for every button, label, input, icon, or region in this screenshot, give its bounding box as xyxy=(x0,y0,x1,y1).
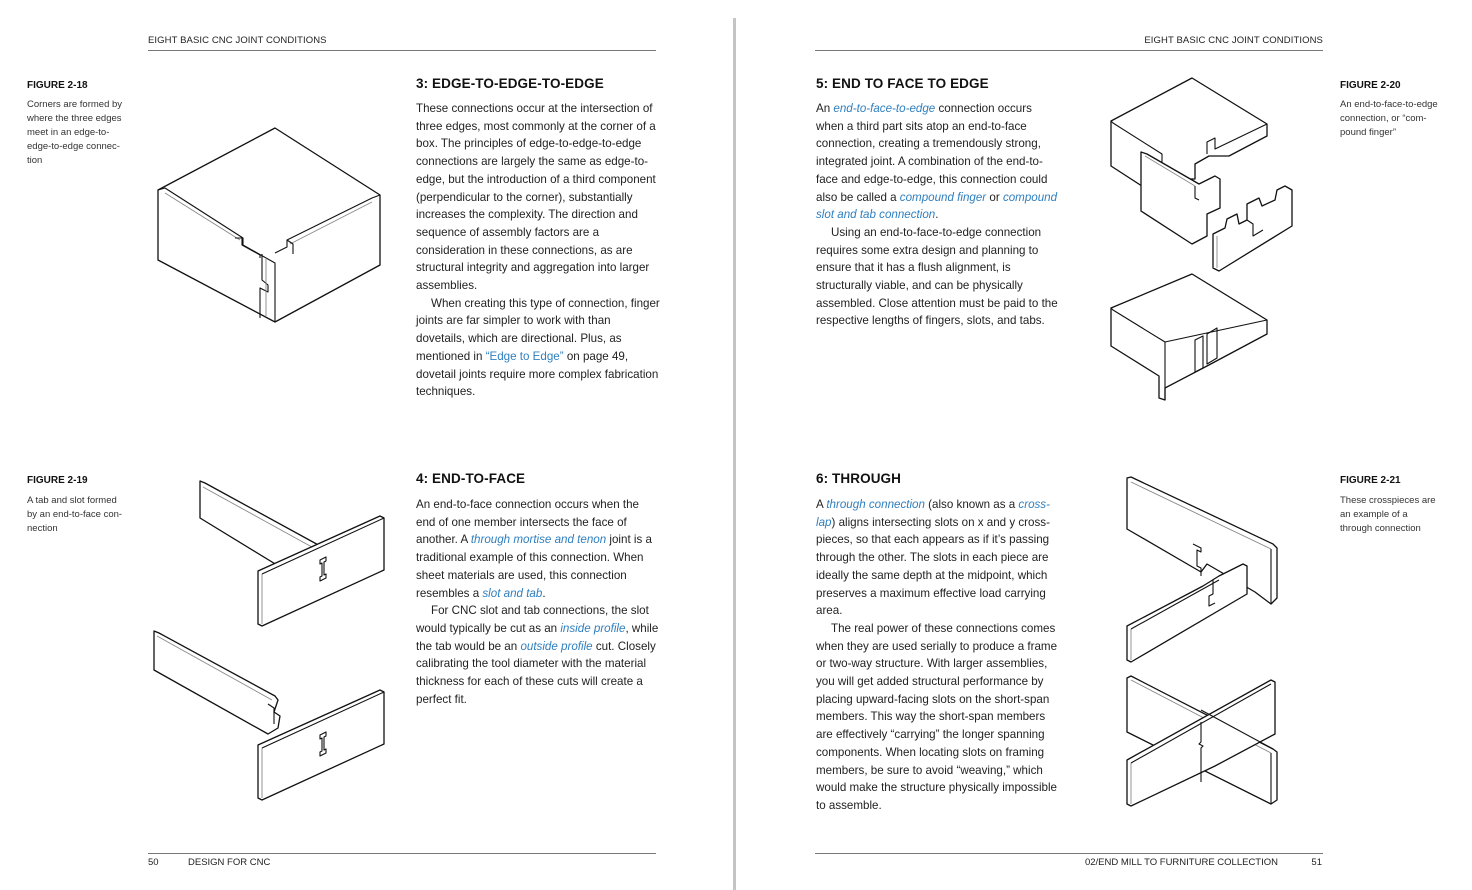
section-body: These connections occur at the intersect… xyxy=(416,100,660,401)
section-title: 3: EDGE-TO-EDGE-TO-EDGE xyxy=(416,76,604,91)
box-outline xyxy=(157,127,381,323)
caption-line: An end-to-face-to-edge xyxy=(1340,99,1438,110)
outside-profile-link[interactable]: outside profile xyxy=(520,640,592,653)
section-body: An end-to-face connection occurs when th… xyxy=(416,496,660,708)
caption-line: meet in an edge-to- xyxy=(27,127,110,138)
chapter-title: 02/END MILL TO FURNITURE COLLECTION xyxy=(1084,857,1278,868)
header-rule xyxy=(148,50,656,51)
footer-rule xyxy=(148,853,656,854)
tab-and-slot-illustration xyxy=(153,480,385,801)
figure-caption: A tab and slot formed by an end-to-face … xyxy=(27,494,139,536)
figure-caption: An end-to-face-to-edge connection, or “c… xyxy=(1340,98,1458,140)
footer-rule xyxy=(815,853,1323,854)
end-to-face-to-edge-link[interactable]: end-to-face-to-edge xyxy=(833,102,935,115)
running-head: EIGHT BASIC CNC JOINT CONDITIONS xyxy=(148,35,327,46)
header-rule xyxy=(815,50,1323,51)
section-title: 6: THROUGH xyxy=(816,471,901,486)
through-connection-link[interactable]: through connection xyxy=(826,498,925,511)
figure-label: FIGURE 2-20 xyxy=(1340,80,1401,91)
paragraph: The real power of these connections come… xyxy=(816,621,1058,812)
slotted-member xyxy=(257,689,385,801)
paragraph: An end-to-face-to-edge connection occurs… xyxy=(816,102,1058,222)
caption-line: edge-to-edge connec- xyxy=(27,141,120,152)
running-head: EIGHT BASIC CNC JOINT CONDITIONS xyxy=(1144,35,1323,46)
paragraph: These connections occur at the intersect… xyxy=(416,102,656,293)
compound-finger-joint-illustration xyxy=(1110,77,1293,401)
slot-and-tab-link[interactable]: slot and tab xyxy=(482,587,542,600)
page-number: 51 xyxy=(1311,857,1322,868)
paragraph: For CNC slot and tab connections, the sl… xyxy=(416,604,659,706)
section-body: A through connection (also known as a cr… xyxy=(816,496,1060,815)
page-number: 50 xyxy=(148,857,159,868)
paragraph: An end-to-face connection occurs when th… xyxy=(416,498,652,600)
figure-label: FIGURE 2-18 xyxy=(27,80,88,91)
caption-line: by an end-to-face con- xyxy=(27,509,123,520)
caption-line: pound finger” xyxy=(1340,127,1396,138)
section-body: An end-to-face-to-edge connection occurs… xyxy=(816,100,1060,330)
figure-label: FIGURE 2-21 xyxy=(1340,475,1401,486)
figure-caption: These crosspieces are an example of a th… xyxy=(1340,494,1458,536)
inside-profile-link[interactable]: inside profile xyxy=(560,622,625,635)
compound-finger-link[interactable]: compound finger xyxy=(900,191,986,204)
caption-line: connection, or “com- xyxy=(1340,113,1427,124)
figure-label: FIGURE 2-19 xyxy=(27,475,88,486)
lower-crosspiece xyxy=(1126,563,1248,663)
figure-caption: Corners are formed by where the three ed… xyxy=(27,98,139,168)
caption-line: nection xyxy=(27,523,58,534)
caption-line: where the three edges xyxy=(27,113,122,124)
paragraph: Using an end-to-face-to-edge connection … xyxy=(816,225,1058,328)
section-title: 5: END TO FACE TO EDGE xyxy=(816,76,989,91)
edge-to-edge-link[interactable]: “Edge to Edge” xyxy=(486,350,564,363)
upper-crosspiece xyxy=(1126,476,1278,605)
right-page: EIGHT BASIC CNC JOINT CONDITIONS 5: END … xyxy=(737,0,1472,890)
paragraph: When creating this type of connection, f… xyxy=(416,296,660,399)
box-corner-finger-joint-illustration xyxy=(157,127,381,323)
left-page: EIGHT BASIC CNC JOINT CONDITIONS FIGURE … xyxy=(0,0,735,890)
cross-lap-illustration xyxy=(1126,476,1278,807)
through-mortise-and-tenon-link[interactable]: through mortise and tenon xyxy=(471,533,606,546)
book-title: DESIGN FOR CNC xyxy=(188,857,271,868)
caption-line: an example of a xyxy=(1340,509,1408,520)
caption-line: These crosspieces are xyxy=(1340,495,1436,506)
caption-line: A tab and slot formed xyxy=(27,495,117,506)
tab-member xyxy=(153,630,281,735)
caption-line: tion xyxy=(27,155,43,166)
caption-line: through connection xyxy=(1340,523,1421,534)
caption-line: Corners are formed by xyxy=(27,99,123,110)
paragraph: A through connection (also known as a cr… xyxy=(816,498,1050,618)
section-title: 4: END-TO-FACE xyxy=(416,471,526,486)
